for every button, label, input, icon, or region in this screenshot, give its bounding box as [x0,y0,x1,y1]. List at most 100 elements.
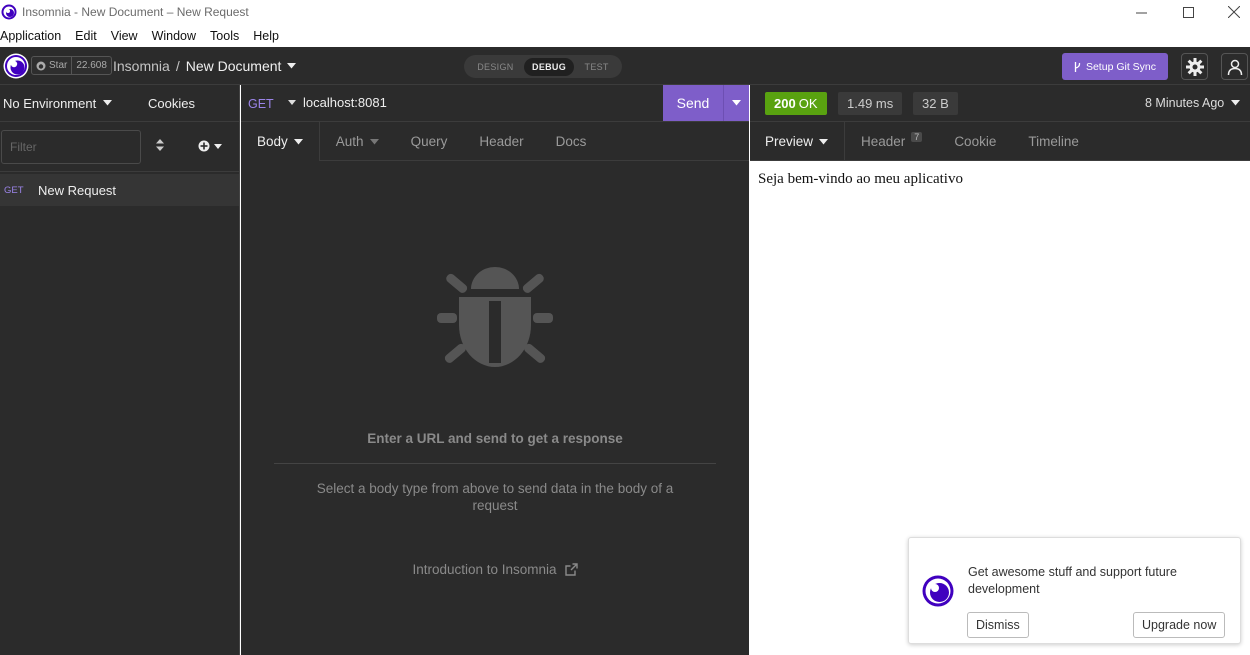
tab-header[interactable]: Header [463,122,539,161]
tab-response-header-label: Header [861,134,906,149]
add-request-button[interactable] [198,140,222,152]
insomnia-logo-icon [922,575,954,607]
response-history-selector[interactable]: 8 Minutes Ago [1145,96,1241,110]
settings-button[interactable] [1181,53,1208,80]
tab-query[interactable]: Query [395,122,464,161]
github-star-count: 22.608 [76,60,107,71]
tab-timeline-label: Timeline [1028,134,1079,149]
github-star-badge[interactable]: Star 22.608 [31,56,112,75]
insomnia-logo-icon[interactable] [3,53,29,79]
environment-label: No Environment [3,95,97,111]
setup-git-sync-label: Setup Git Sync [1085,60,1157,73]
app-header: Star 22.608 Insomnia / New Document DESI… [0,47,1250,85]
dismiss-button[interactable]: Dismiss [967,612,1029,638]
response-time-badge: 1.49 ms [838,92,903,115]
intro-link-label: Introduction to Insomnia [412,562,557,577]
mode-design[interactable]: DESIGN [469,58,521,76]
caret-down-icon [732,100,741,106]
url-input[interactable]: localhost:8081 [303,95,387,110]
toast-message: Get awesome stuff and support future dev… [968,565,1177,596]
request-list-item[interactable]: GET New Request [0,174,239,206]
window-title: Insomnia - New Document – New Request [22,5,249,19]
bug-icon [437,267,553,367]
github-star-label: Star [49,60,68,71]
tab-cookie[interactable]: Cookie [938,122,1012,161]
request-method: GET [4,184,24,196]
empty-state-subtitle: Select a body type from above to send da… [316,481,674,513]
account-button[interactable] [1221,53,1248,80]
request-name: New Request [38,182,117,198]
response-size-badge: 32 B [913,92,958,115]
tab-auth[interactable]: Auth [320,122,395,161]
divider [274,463,716,464]
caret-down-icon [214,143,222,149]
caret-down-icon [103,100,113,106]
status-code-badge: 200 OK [765,92,827,115]
status-text: OK [798,96,818,111]
external-link-icon [564,563,578,576]
url-bar: GET localhost:8081 Send [241,85,749,122]
tab-auth-label: Auth [335,134,364,149]
caret-down-icon [293,138,303,144]
menu-window[interactable]: Window [152,26,196,46]
tab-response-header[interactable]: Header 7 [845,122,938,161]
method-selector[interactable]: GET [248,97,274,111]
close-window-button[interactable] [1211,0,1250,24]
setup-git-sync-button[interactable]: Setup Git Sync [1062,53,1168,80]
tab-docs-label: Docs [555,134,587,149]
menu-application[interactable]: Application [0,26,61,46]
cookies-button[interactable]: Cookies [148,96,195,111]
mode-switcher: DESIGN DEBUG TEST [464,55,622,78]
tab-docs[interactable]: Docs [540,122,603,161]
maximize-button[interactable] [1165,0,1211,24]
breadcrumb-document[interactable]: New Document [186,58,282,74]
url-history-caret-icon[interactable] [288,100,296,105]
breadcrumb-workspace[interactable]: Insomnia [113,58,170,74]
caret-down-icon [369,138,379,144]
send-button[interactable]: Send [663,85,749,121]
mode-debug[interactable]: DEBUG [524,57,575,76]
close-icon [1228,6,1240,18]
intro-link[interactable]: Introduction to Insomnia [241,562,749,577]
tab-header-label: Header [479,134,524,149]
send-options-button[interactable] [723,85,749,121]
mode-test[interactable]: TEST [577,58,617,76]
filter-input[interactable] [1,130,141,164]
git-branch-icon [1074,61,1081,72]
caret-down-icon [1231,100,1241,106]
breadcrumb: Insomnia / New Document [113,58,297,74]
response-preview-body: Seja bem-vindo ao meu aplicativo [758,171,963,187]
response-status-bar: 200 OK 1.49 ms 32 B 8 Minutes Ago [750,85,1250,122]
upgrade-now-button[interactable]: Upgrade now [1133,612,1226,638]
environment-selector[interactable]: No Environment [3,95,113,111]
gear-icon [1185,57,1204,76]
tab-timeline[interactable]: Timeline [1012,122,1095,161]
send-label: Send [676,95,710,111]
menu-bar: Application Edit View Window Tools Help [0,26,1250,46]
minimize-icon [1135,12,1147,13]
menu-tools[interactable]: Tools [210,26,239,46]
upgrade-toast: Get awesome stuff and support future dev… [908,537,1241,644]
response-age: 8 Minutes Ago [1145,96,1225,110]
header-count-badge: 7 [911,131,923,142]
sort-icon[interactable] [156,139,164,151]
github-icon [36,61,46,70]
menu-edit[interactable]: Edit [75,26,97,46]
insomnia-logo-icon [1,4,17,20]
menu-help[interactable]: Help [253,26,279,46]
tab-query-label: Query [410,134,448,149]
tab-preview[interactable]: Preview [750,122,846,161]
request-pane: GET localhost:8081 Send Body Auth Query … [241,85,749,655]
tab-body-label: Body [257,134,288,149]
response-tabs: Preview Header 7 Cookie Timeline [750,122,1250,161]
caret-down-icon [819,138,829,144]
plus-circle-icon [198,140,210,152]
window-titlebar: Insomnia - New Document – New Request [0,0,1250,24]
minimize-button[interactable] [1118,0,1164,24]
tab-body[interactable]: Body [241,122,320,161]
caret-down-icon[interactable] [287,63,297,69]
menu-view[interactable]: View [111,26,138,46]
breadcrumb-separator: / [175,58,180,74]
empty-state-title: Enter a URL and send to get a response [367,431,623,446]
user-icon [1227,59,1242,75]
